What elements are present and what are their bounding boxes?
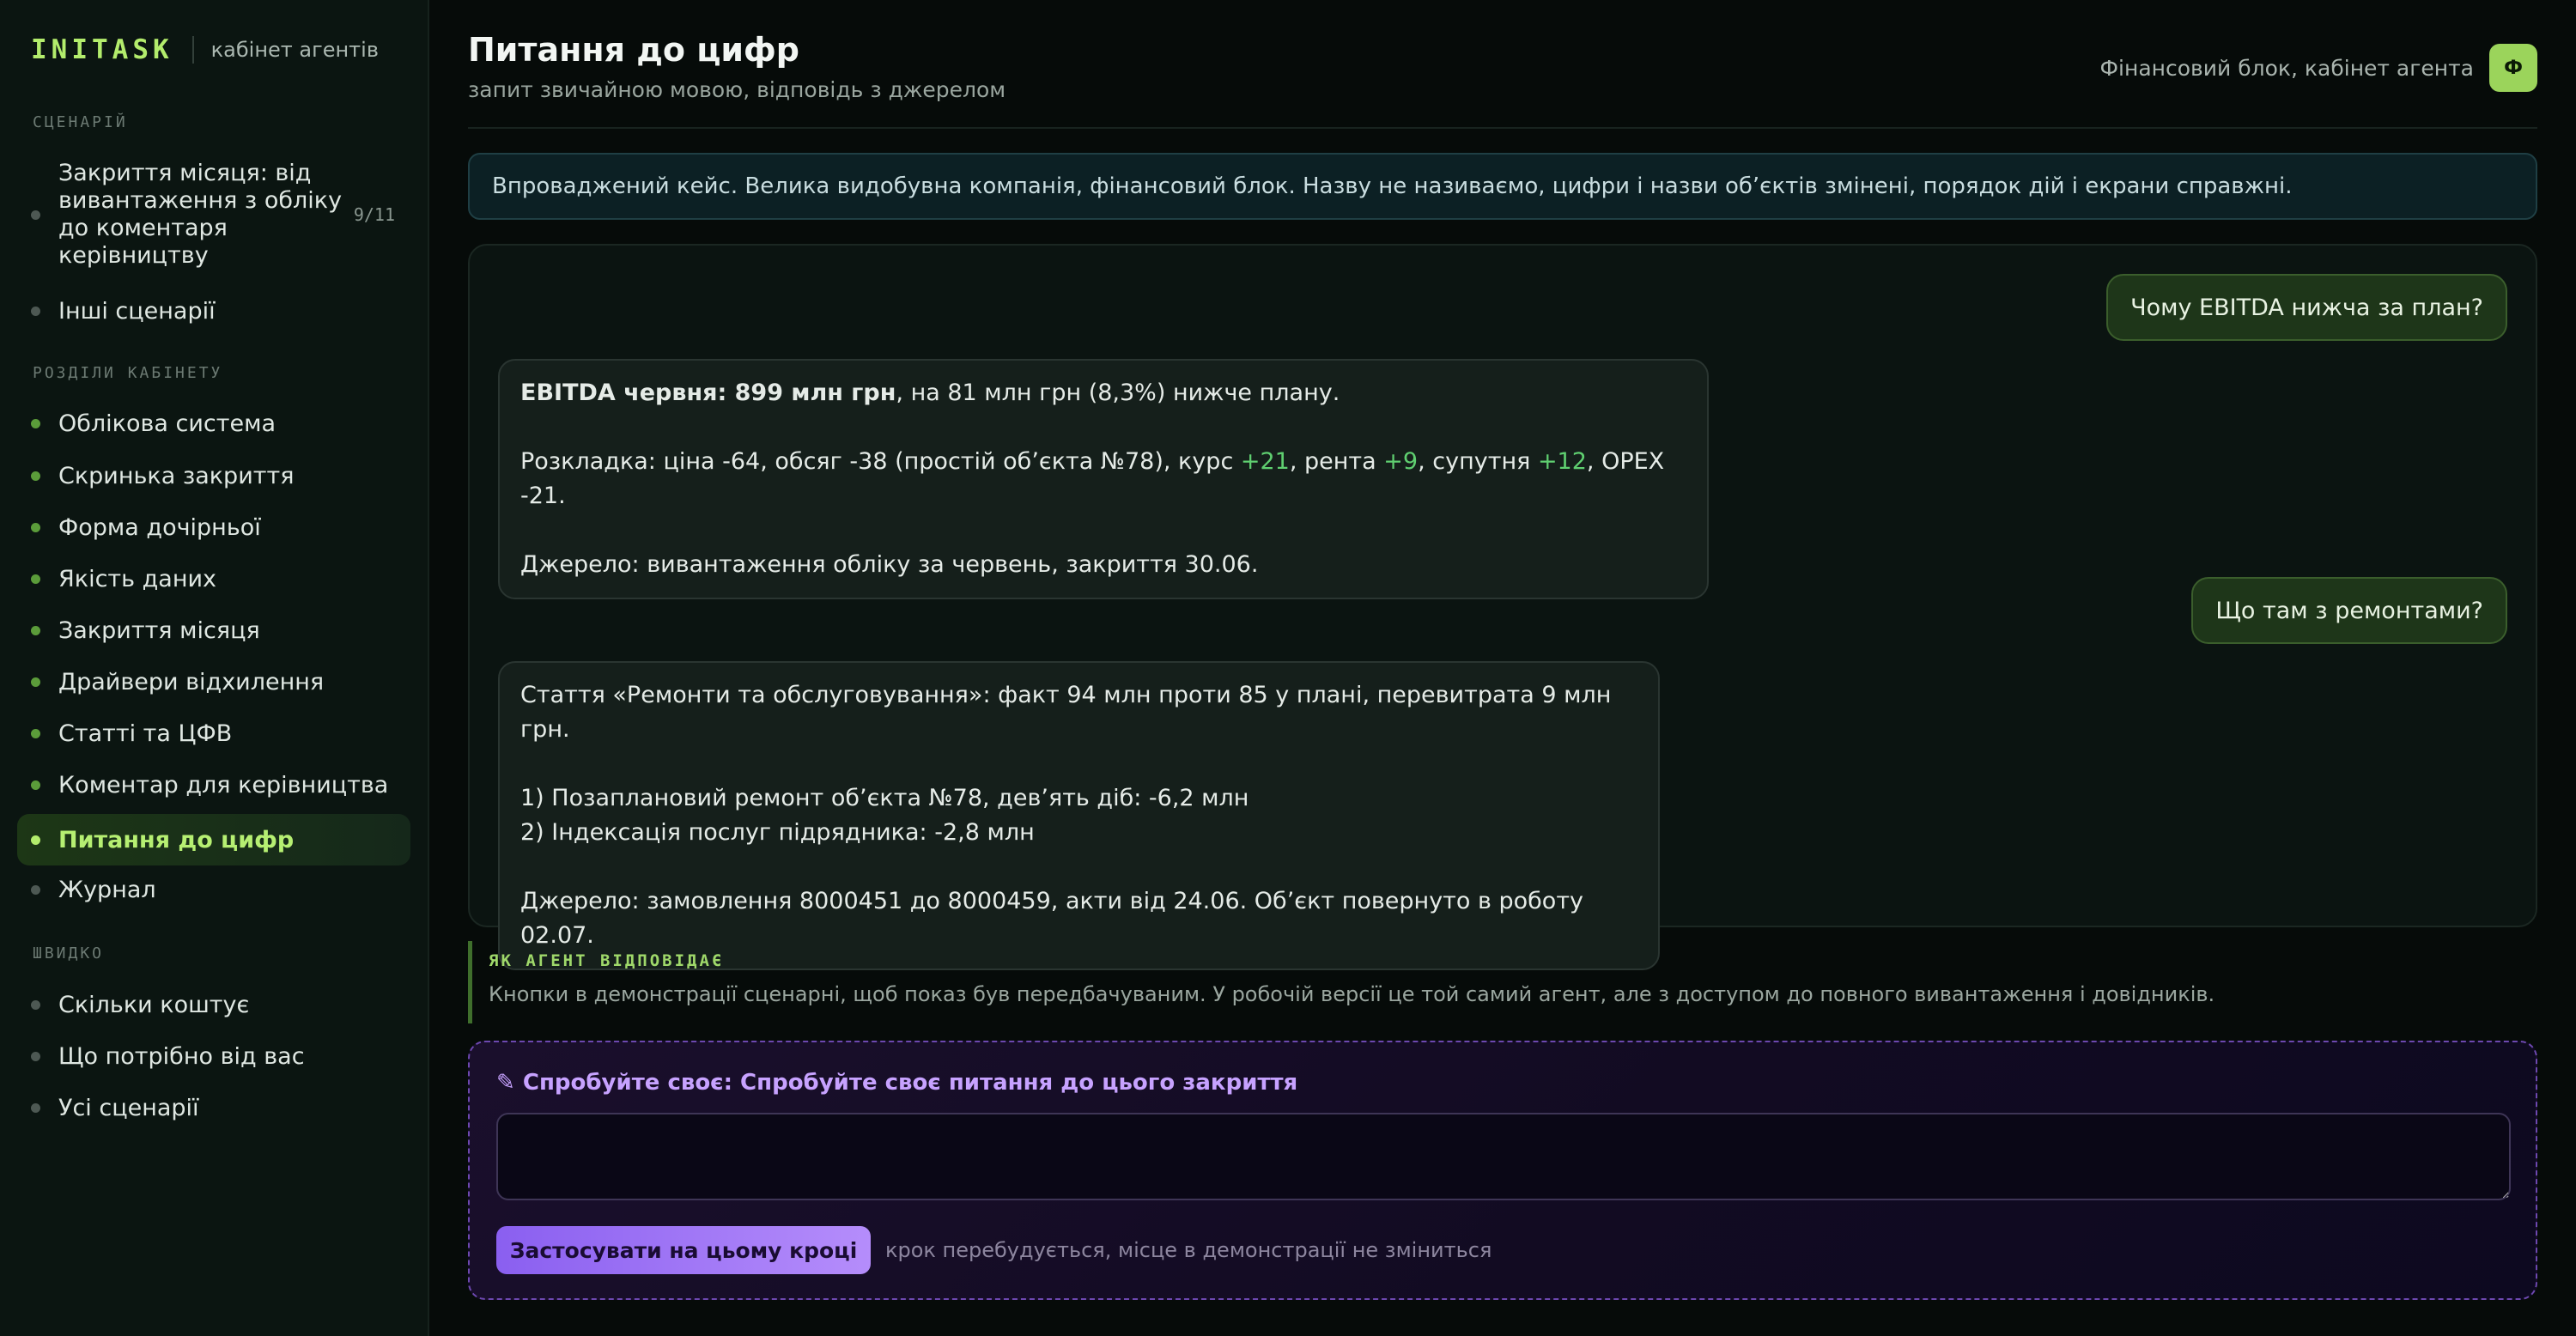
header-context: Фінансовий блок, кабінет агента Ф	[2100, 44, 2537, 92]
scenario-title: Закриття місяця: від вивантаження з облі…	[58, 160, 343, 269]
try-title-text: Спробуйте своє: Спробуйте своє питання д…	[522, 1070, 1298, 1096]
bullet-icon	[31, 677, 40, 687]
main-content: Питання до цифр запит звичайною мовою, в…	[468, 0, 2537, 1336]
breakdown-prefix: Розкладка: ціна -64, обсяг -38 (простій …	[520, 448, 1241, 475]
user-message: Що там з ремонтами?	[2191, 577, 2507, 644]
question-input[interactable]	[496, 1113, 2511, 1200]
bullet-icon	[31, 728, 40, 738]
bullet-icon	[31, 418, 40, 428]
sidebar-item-label: Скринька закриття	[58, 462, 295, 489]
sidebar-item-label: Закриття місяця	[58, 616, 260, 644]
sidebar-item-label: Статті та ЦФВ	[58, 720, 233, 747]
renta-label: , рента	[1289, 448, 1384, 475]
section-label-scenario: СЦЕНАРІЙ	[33, 113, 128, 131]
brand-subtitle: кабінет агентів	[210, 38, 379, 62]
bullet-icon	[31, 574, 40, 584]
bullet-icon	[31, 471, 40, 481]
answer-item: 2) Індексація послуг підрядника: -2,8 мл…	[520, 819, 1035, 846]
sidebar-item-month-close[interactable]: Закриття місяця	[17, 610, 410, 650]
sidebar-item-label: Що потрібно від вас	[58, 1042, 305, 1070]
sidebar-item-label: Якість даних	[58, 565, 217, 592]
context-label: Фінансовий блок, кабінет агента	[2099, 55, 2474, 81]
bullet-icon	[31, 1051, 40, 1061]
sidebar-item-label: Форма дочірньої	[58, 513, 261, 541]
answer-source: Джерело: вивантаження обліку за червень,…	[520, 551, 1259, 578]
sidebar-item-accounting-system[interactable]: Облікова система	[17, 404, 410, 443]
avatar[interactable]: Ф	[2489, 44, 2537, 92]
sidebar-item-variance-drivers[interactable]: Драйвери відхилення	[17, 662, 410, 701]
sidebar-item-label: Питання до цифр	[58, 826, 295, 853]
bullet-icon	[31, 625, 40, 635]
sidebar-item-management-comment[interactable]: Коментар для керівництва	[17, 765, 410, 805]
sidebar-item-label: Усі сценарії	[58, 1094, 199, 1121]
sidebar-item-requirements[interactable]: Що потрібно від вас	[17, 1036, 410, 1076]
answer-line: Стаття «Ремонти та обслуговування»: факт…	[520, 682, 1612, 743]
bullet-icon	[31, 835, 40, 845]
sup-value: +12	[1537, 448, 1587, 475]
brand-logo[interactable]: INITASK	[31, 34, 173, 65]
scenario-progress: 9/11	[353, 204, 395, 225]
kurs-value: +21	[1240, 448, 1290, 475]
answer-item: 1) Позаплановий ремонт об’єкта №78, дев’…	[520, 785, 1249, 811]
how-label: ЯК АГЕНТ ВІДПОВІДАЄ	[489, 951, 725, 970]
page-title: Питання до цифр	[468, 31, 799, 69]
answer-rest: , на 81 млн грн (8,3%) нижче плану.	[896, 380, 1340, 406]
try-title: ✎ Спробуйте своє: Спробуйте своє питання…	[496, 1070, 1297, 1096]
apply-button[interactable]: Застосувати на цьому кроці	[496, 1226, 871, 1274]
chat-panel: Чому EBITDA нижча за план? EBITDA червня…	[468, 244, 2537, 970]
brand-divider	[191, 36, 194, 64]
sidebar: INITASK кабінет агентів СЦЕНАРІЙ Закритт…	[0, 0, 429, 1336]
sidebar-item-label: Коментар для керівництва	[58, 771, 389, 799]
pencil-icon: ✎	[496, 1070, 515, 1096]
brand: INITASK кабінет агентів	[31, 33, 379, 67]
user-message-text: Чому EBITDA нижча за план?	[2130, 294, 2483, 321]
how-agent-answers: ЯК АГЕНТ ВІДПОВІДАЄ Кнопки в демонстраці…	[468, 941, 2537, 1023]
sidebar-item-label: Журнал	[58, 876, 156, 903]
bullet-icon	[31, 1102, 40, 1113]
answer-bold: EBITDA червня: 899 млн грн	[520, 380, 896, 406]
bullet-icon	[31, 884, 40, 895]
agent-message: Стаття «Ремонти та обслуговування»: факт…	[498, 661, 1660, 970]
answer-headline: EBITDA червня: 899 млн грн, на 81 млн гр…	[520, 376, 1686, 410]
sup-label: , супутня	[1418, 448, 1538, 475]
how-text: Кнопки в демонстрації сценарні, щоб пока…	[489, 982, 2215, 1006]
bullet-icon	[31, 999, 40, 1010]
agent-message: EBITDA червня: 899 млн грн, на 81 млн гр…	[498, 359, 1709, 599]
answer-breakdown: Розкладка: ціна -64, обсяг -38 (простій …	[520, 445, 1686, 513]
sidebar-item-pricing[interactable]: Скільки коштує	[17, 985, 410, 1024]
sidebar-item-closing-box[interactable]: Скринька закриття	[17, 456, 410, 495]
sidebar-item-label: Інші сценарії	[58, 297, 216, 325]
section-label-cabinet: РОЗДІЛИ КАБІНЕТУ	[33, 364, 223, 382]
sidebar-item-questions-to-numbers[interactable]: Питання до цифр	[17, 814, 410, 865]
renta-value: +9	[1383, 448, 1419, 475]
sidebar-item-subsidiary-form[interactable]: Форма дочірньої	[17, 507, 410, 547]
page-subtitle: запит звичайною мовою, відповідь з джере…	[468, 77, 1006, 102]
header-divider	[468, 127, 2537, 129]
sidebar-item-journal[interactable]: Журнал	[17, 870, 410, 909]
section-label-quick: ШВИДКО	[33, 944, 105, 963]
sidebar-item-articles-cfr[interactable]: Статті та ЦФВ	[17, 714, 410, 753]
sidebar-item-all-scenarios[interactable]: Усі сценарії	[17, 1088, 410, 1127]
sidebar-item-other-scenarios[interactable]: Інші сценарії	[17, 292, 410, 330]
sidebar-item-label: Скільки коштує	[58, 991, 250, 1018]
bullet-icon	[31, 306, 40, 316]
user-message: Чому EBITDA нижча за план?	[2106, 274, 2507, 341]
try-your-own-panel: ✎ Спробуйте своє: Спробуйте своє питання…	[468, 1041, 2537, 1300]
case-notice-text: Впроваджений кейс. Велика видобувна комп…	[492, 173, 2293, 199]
sidebar-item-label: Драйвери відхилення	[58, 668, 325, 695]
bullet-icon	[31, 210, 40, 220]
bullet-icon	[31, 522, 40, 532]
user-message-text: Що там з ремонтами?	[2215, 597, 2483, 624]
bullet-icon	[31, 780, 40, 790]
apply-hint: крок перебудується, місце в демонстрації…	[885, 1238, 1492, 1262]
sidebar-item-label: Облікова система	[58, 410, 276, 437]
case-notice: Впроваджений кейс. Велика видобувна комп…	[468, 153, 2537, 220]
sidebar-item-data-quality[interactable]: Якість даних	[17, 559, 410, 598]
sidebar-item-current-scenario[interactable]: Закриття місяця: від вивантаження з облі…	[17, 155, 410, 275]
